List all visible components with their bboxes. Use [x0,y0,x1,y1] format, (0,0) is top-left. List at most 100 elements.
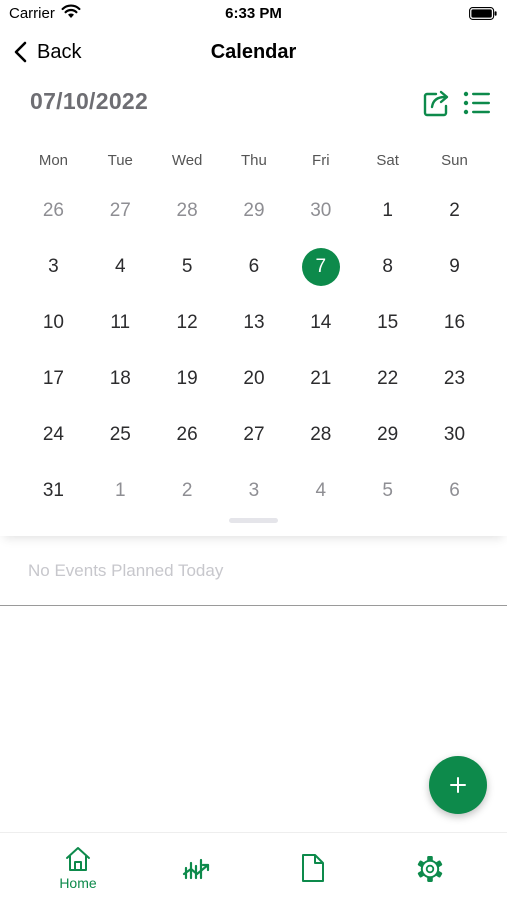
calendar-day[interactable]: 4 [87,246,154,302]
calendar-day[interactable]: 2 [421,190,488,246]
calendar-day-number: 22 [377,368,399,389]
calendar-day[interactable]: 14 [287,302,354,358]
calendar-day-number: 18 [109,368,131,389]
calendar-day-number: 2 [449,200,460,221]
calendar-day-number: 3 [48,256,59,277]
calendar-day[interactable]: 26 [20,190,87,246]
back-button[interactable]: Back [14,38,81,66]
calendar-day[interactable]: 22 [354,358,421,414]
calendar-day-number: 27 [109,200,131,221]
calendar-panel: 07/10/2022 Mon Tue Wed Thu Fri Sat Sun 2… [0,74,507,536]
calendar-day[interactable]: 19 [154,358,221,414]
calendar-day-number: 28 [176,200,198,221]
calendar-day[interactable]: 29 [221,190,288,246]
weekday-header: Mon Tue Wed Thu Fri Sat Sun [20,152,488,169]
calendar-day[interactable]: 29 [354,414,421,470]
calendar-day[interactable]: 8 [354,246,421,302]
calendar-day[interactable]: 18 [87,358,154,414]
no-events-message: No Events Planned Today [28,561,224,580]
calendar-day[interactable]: 9 [421,246,488,302]
calendar-day[interactable]: 31 [20,470,87,526]
calendar-day[interactable]: 5 [154,246,221,302]
calendar-day[interactable]: 25 [87,414,154,470]
calendar-day[interactable]: 20 [221,358,288,414]
drag-handle[interactable] [229,518,278,523]
battery-icon [469,7,497,20]
tab-settings[interactable] [385,833,475,901]
calendar-day[interactable]: 3 [20,246,87,302]
calendar-day-number: 7 [301,248,340,286]
status-time: 6:33 PM [225,5,282,22]
calendar-day-number: 25 [109,424,131,445]
calendar-day-number: 31 [42,480,64,501]
list-icon[interactable] [463,91,491,115]
calendar-day-number: 1 [114,480,126,501]
calendar-day[interactable]: 6 [221,246,288,302]
calendar-day-number: 6 [449,480,460,501]
tab-documents[interactable] [268,833,358,901]
calendar-day[interactable]: 13 [221,302,288,358]
calendar-day-number: 3 [248,480,260,501]
calendar-day-number: 20 [243,368,265,389]
calendar-day[interactable]: 6 [421,470,488,526]
calendar-day[interactable]: 10 [20,302,87,358]
calendar-day[interactable]: 1 [87,470,154,526]
calendar-day[interactable]: 21 [287,358,354,414]
calendar-day-number: 26 [176,424,198,445]
calendar-day-number: 29 [243,200,265,221]
calendar-day-number: 16 [443,312,466,333]
calendar-day-number: 28 [310,424,332,445]
tab-home-label: Home [59,875,97,891]
calendar-day-number: 2 [181,480,193,501]
calendar-day[interactable]: 1 [354,190,421,246]
calendar-day-number: 8 [382,256,393,277]
document-icon [302,854,324,882]
calendar-grid: 26 27 28 29 30 1 2 3 4 5 6 7 8 9 10 11 12 13 14 15 16 17 18 19 2… [20,190,488,526]
calendar-day[interactable]: 23 [421,358,488,414]
calendar-day[interactable]: 12 [154,302,221,358]
calendar-day[interactable]: 15 [354,302,421,358]
calendar-day[interactable]: 30 [421,414,488,470]
calendar-day-number: 9 [449,256,460,277]
calendar-day-number: 23 [443,368,466,389]
tab-home[interactable]: Home [33,833,123,901]
calendar-day[interactable]: 16 [421,302,488,358]
calendar-day-number: 1 [382,200,393,221]
home-icon [66,847,90,871]
calendar-day[interactable]: 17 [20,358,87,414]
calendar-day[interactable]: 27 [221,414,288,470]
calendar-day[interactable]: 28 [287,414,354,470]
calendar-day-number: 30 [443,424,466,445]
add-event-button[interactable] [429,756,487,814]
weekday-label: Mon [38,152,69,169]
calendar-day-number: 5 [181,256,193,277]
calendar-day-number: 29 [377,424,399,445]
calendar-day[interactable]: 11 [87,302,154,358]
calendar-day[interactable]: 27 [87,190,154,246]
calendar-day-number: 11 [110,312,131,333]
calendar-day[interactable]: 24 [20,414,87,470]
weekday-label: Fri [312,152,330,169]
weekday-label: Sun [441,152,468,169]
calendar-day-number: 19 [176,368,198,389]
calendar-day-selected[interactable]: 7 [287,246,354,302]
chevron-left-icon [14,41,27,63]
calendar-day[interactable]: 2 [154,470,221,526]
divider [0,605,507,606]
share-icon[interactable] [422,88,452,118]
back-label: Back [37,40,82,63]
calendar-day[interactable]: 30 [287,190,354,246]
tab-stats[interactable] [151,833,241,901]
calendar-day[interactable]: 5 [354,470,421,526]
calendar-day-number: 4 [315,480,327,501]
calendar-day[interactable]: 4 [287,470,354,526]
calendar-day-number: 6 [248,256,260,277]
selected-date-header: 07/10/2022 [30,88,149,114]
calendar-day-number: 15 [377,312,399,333]
chart-icon [182,858,210,880]
calendar-day-number: 13 [243,312,265,333]
calendar-day[interactable]: 26 [154,414,221,470]
calendar-day-number: 10 [42,312,64,333]
calendar-day[interactable]: 28 [154,190,221,246]
calendar-day-number: 17 [42,368,64,389]
